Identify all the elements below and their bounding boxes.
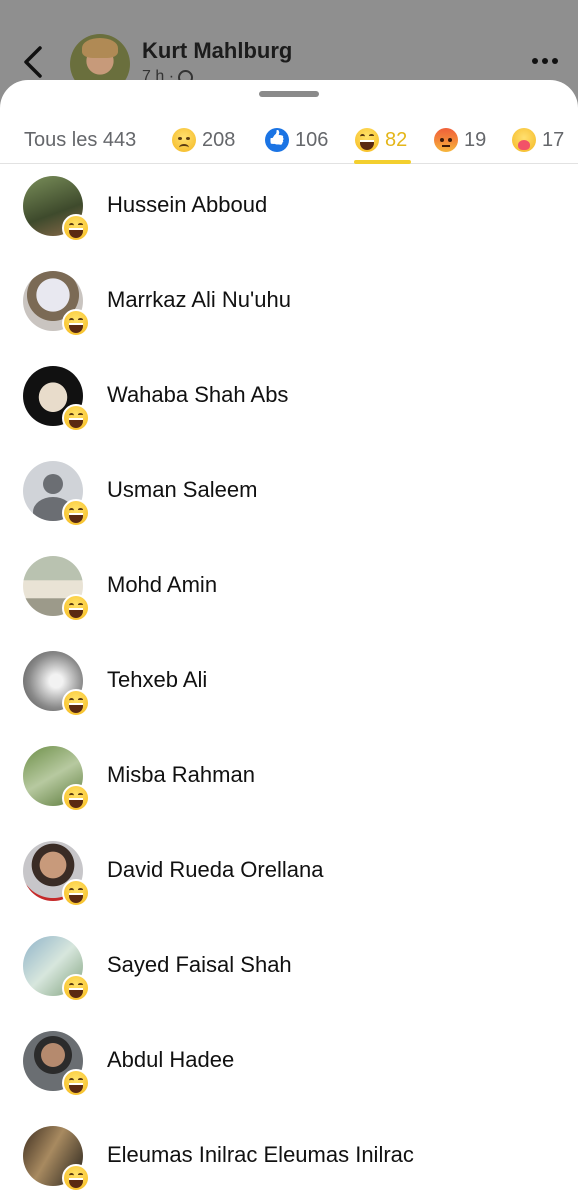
- tab-care[interactable]: 17: [512, 118, 564, 162]
- haha-badge-icon: [62, 499, 90, 527]
- haha-badge-icon: [62, 404, 90, 432]
- list-item[interactable]: Mohd Amin: [0, 556, 578, 651]
- person-name[interactable]: Misba Rahman: [107, 762, 255, 788]
- haha-badge-icon: [62, 879, 90, 907]
- tab-sad-label: 208: [202, 128, 236, 151]
- like-icon: [265, 128, 289, 152]
- haha-badge-icon: [62, 784, 90, 812]
- person-name[interactable]: Sayed Faisal Shah: [107, 952, 292, 978]
- author-name[interactable]: Kurt Mahlburg: [142, 38, 292, 64]
- back-chevron-icon[interactable]: [18, 44, 48, 80]
- tab-all-label: Tous les 443: [24, 128, 137, 151]
- person-name[interactable]: Mohd Amin: [107, 572, 217, 598]
- person-name[interactable]: Eleumas Inilrac Eleumas Inilrac: [107, 1142, 414, 1168]
- haha-badge-icon: [62, 594, 90, 622]
- person-name[interactable]: Usman Saleem: [107, 477, 257, 503]
- person-name[interactable]: David Rueda Orellana: [107, 857, 323, 883]
- list-item[interactable]: Misba Rahman: [0, 746, 578, 841]
- tab-angry-label: 19: [464, 128, 487, 151]
- active-tab-indicator: [354, 160, 411, 164]
- more-options-icon[interactable]: [532, 58, 558, 64]
- reactions-sheet: Tous les 443 208 106 82 19 17 Hussein Ab…: [0, 80, 578, 1200]
- haha-badge-icon: [62, 1164, 90, 1192]
- person-name[interactable]: Hussein Abboud: [107, 192, 267, 218]
- person-name[interactable]: Abdul Hadee: [107, 1047, 234, 1073]
- haha-badge-icon: [62, 974, 90, 1002]
- tab-all[interactable]: Tous les 443: [24, 118, 136, 162]
- reaction-tabs: Tous les 443 208 106 82 19 17: [0, 110, 578, 164]
- tab-like-label: 106: [295, 128, 329, 151]
- tab-angry[interactable]: 19: [434, 118, 486, 162]
- haha-badge-icon: [62, 214, 90, 242]
- care-icon: [512, 128, 536, 152]
- list-item[interactable]: Usman Saleem: [0, 461, 578, 556]
- person-name[interactable]: Tehxeb Ali: [107, 667, 207, 693]
- haha-badge-icon: [62, 309, 90, 337]
- list-item[interactable]: Tehxeb Ali: [0, 651, 578, 746]
- list-item[interactable]: Sayed Faisal Shah: [0, 936, 578, 1031]
- haha-badge-icon: [62, 1069, 90, 1097]
- person-name[interactable]: Wahaba Shah Abs: [107, 382, 288, 408]
- list-item[interactable]: Abdul Hadee: [0, 1031, 578, 1126]
- list-item[interactable]: David Rueda Orellana: [0, 841, 578, 936]
- list-item[interactable]: Marrkaz Ali Nu'uhu: [0, 271, 578, 366]
- list-item[interactable]: Wahaba Shah Abs: [0, 366, 578, 461]
- sad-icon: [172, 128, 196, 152]
- angry-icon: [434, 128, 458, 152]
- sheet-grabber[interactable]: [259, 91, 319, 97]
- tab-haha[interactable]: 82: [355, 118, 407, 162]
- haha-icon: [355, 128, 379, 152]
- haha-badge-icon: [62, 689, 90, 717]
- list-item[interactable]: Eleumas Inilrac Eleumas Inilrac: [0, 1126, 578, 1200]
- tab-care-label: 17: [542, 128, 565, 151]
- tab-haha-label: 82: [385, 128, 408, 151]
- person-name[interactable]: Marrkaz Ali Nu'uhu: [107, 287, 291, 313]
- tab-like[interactable]: 106: [265, 118, 328, 162]
- list-item[interactable]: Hussein Abboud: [0, 176, 578, 271]
- tab-sad[interactable]: 208: [172, 118, 235, 162]
